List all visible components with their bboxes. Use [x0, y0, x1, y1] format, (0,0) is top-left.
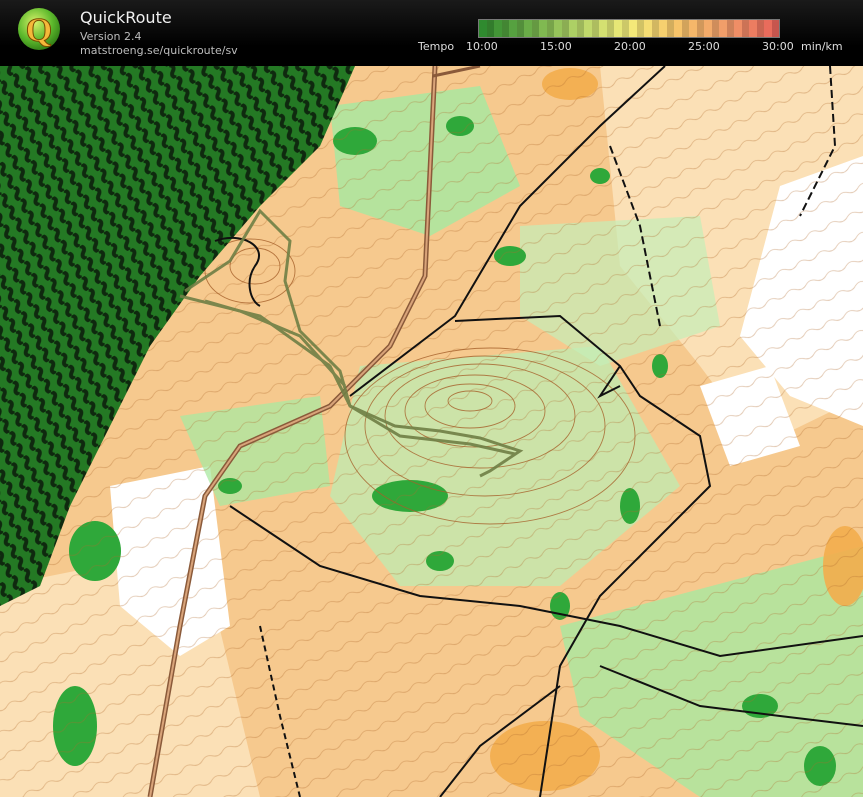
app-title: QuickRoute	[80, 8, 172, 27]
legend-segment	[509, 20, 517, 37]
legend-tick-4: 25:00	[688, 40, 720, 53]
legend-segment	[696, 20, 704, 37]
legend-segment	[606, 20, 614, 37]
legend-segment	[539, 20, 547, 37]
legend-segment	[614, 20, 622, 37]
legend-segment	[704, 20, 712, 37]
app-version: Version 2.4	[80, 30, 142, 43]
legend-tick-1: 10:00	[466, 40, 498, 53]
legend-segment	[636, 20, 644, 37]
legend-tick-5: 30:00	[762, 40, 794, 53]
legend-segment	[629, 20, 637, 37]
legend-segment	[531, 20, 539, 37]
legend-segment	[681, 20, 689, 37]
legend-segment	[516, 20, 524, 37]
legend-segment	[486, 20, 494, 37]
app-url: matstroeng.se/quickroute/sv	[80, 44, 238, 57]
legend-segment	[546, 20, 554, 37]
legend-segment	[651, 20, 659, 37]
legend-segment	[741, 20, 749, 37]
legend-tick-2: 15:00	[540, 40, 572, 53]
legend-segment	[771, 20, 779, 37]
legend-segment	[764, 20, 772, 37]
legend-segment	[719, 20, 727, 37]
legend-segment	[584, 20, 592, 37]
legend-segment	[734, 20, 742, 37]
orienteering-map[interactable]	[0, 66, 863, 797]
legend-segment	[659, 20, 667, 37]
legend-segment	[689, 20, 697, 37]
legend-segment	[749, 20, 757, 37]
legend-segment	[576, 20, 584, 37]
legend-segment	[756, 20, 764, 37]
legend-segment	[599, 20, 607, 37]
legend-segment	[479, 20, 487, 37]
legend-segment	[524, 20, 532, 37]
quickroute-logo-icon: Q	[18, 8, 60, 50]
legend-unit: min/km	[801, 40, 843, 53]
legend-segment	[726, 20, 734, 37]
legend-segment	[494, 20, 502, 37]
legend-segment	[674, 20, 682, 37]
legend-segment	[666, 20, 674, 37]
legend-segment	[501, 20, 509, 37]
legend-title: Tempo	[418, 40, 455, 53]
legend-segment	[711, 20, 719, 37]
map-canvas	[0, 66, 863, 797]
legend-segment	[554, 20, 562, 37]
svg-text:Q: Q	[26, 12, 52, 49]
legend-segment	[569, 20, 577, 37]
app-header: Q QuickRoute Version 2.4 matstroeng.se/q…	[0, 0, 863, 66]
legend-tick-3: 20:00	[614, 40, 646, 53]
legend-segment	[644, 20, 652, 37]
legend-segment	[561, 20, 569, 37]
pace-legend-bar	[478, 19, 780, 38]
legend-segment	[621, 20, 629, 37]
legend-segment	[591, 20, 599, 37]
